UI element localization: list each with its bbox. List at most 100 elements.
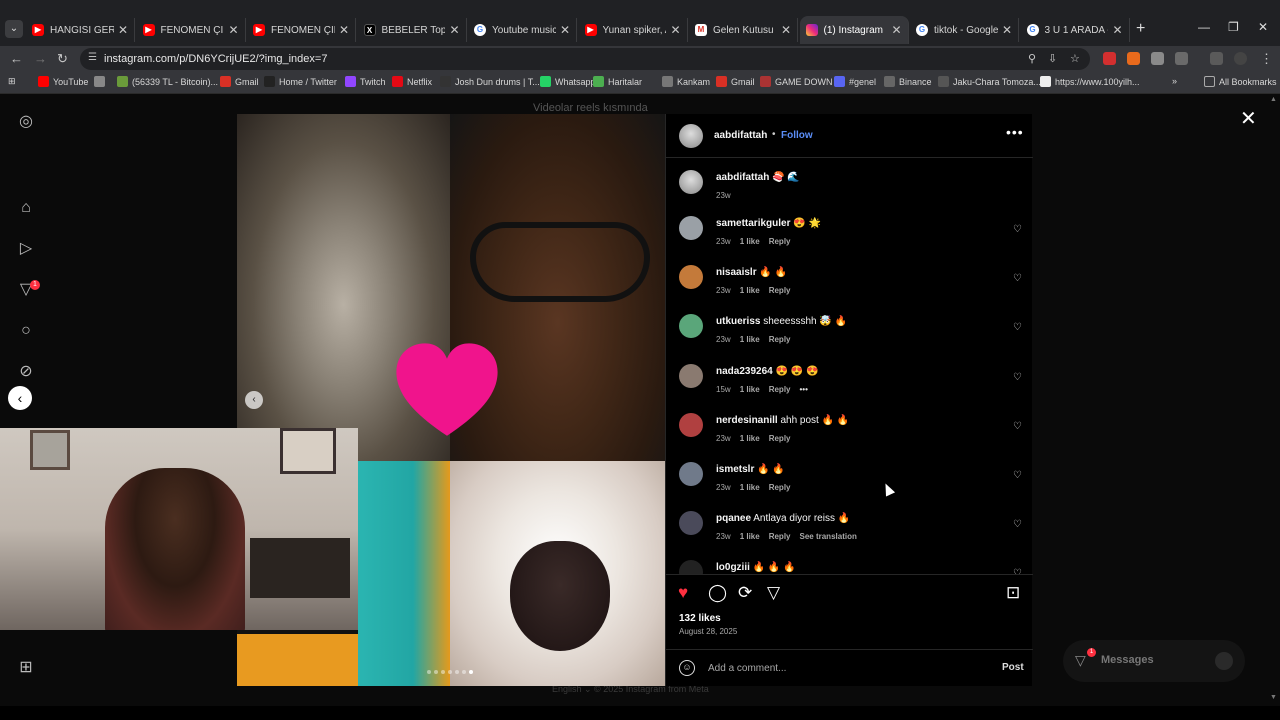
tab-close-icon[interactable]: ✕ — [228, 23, 238, 37]
bookmark-item-6[interactable]: Netflix — [392, 76, 432, 87]
reels-icon[interactable]: ▷ — [16, 239, 36, 259]
tab-close-icon[interactable]: ✕ — [1002, 23, 1012, 37]
search-icon[interactable]: ○ — [16, 321, 36, 341]
comment-options-icon[interactable]: ••• — [800, 385, 808, 394]
bookmark-item-12[interactable]: GAME DOWN — [760, 76, 833, 87]
bookmark-star-icon[interactable]: ☆ — [1070, 52, 1080, 65]
comments-list[interactable]: aabdifattah 🍣 🌊 23w samettarikguler 😍 🌟 2… — [666, 158, 1033, 574]
apps-icon[interactable]: ⊞ — [8, 76, 16, 87]
bookmark-item-5[interactable]: Twitch — [345, 76, 386, 87]
bookmark-item-13[interactable]: #genel — [834, 76, 876, 87]
tab-1[interactable]: ▶ FENOMEN ÇİFTLİ✕ — [137, 18, 246, 42]
comment-username[interactable]: nisaaislr — [716, 267, 757, 278]
install-icon[interactable]: ⇩ — [1048, 52, 1057, 65]
forward-icon[interactable]: → — [34, 51, 47, 66]
like-heart-icon[interactable]: ♥ — [678, 583, 688, 603]
reply-button[interactable]: Reply — [769, 483, 791, 492]
comment-likes[interactable]: 1 like — [740, 286, 760, 295]
url-field[interactable]: ☰ instagram.com/p/DN6YCrijUE2/?img_index… — [80, 48, 1090, 70]
emoji-icon[interactable]: ☺ — [679, 660, 695, 676]
reply-button[interactable]: Reply — [769, 286, 791, 295]
more-options-icon[interactable]: ••• — [1006, 124, 1024, 140]
tab-close-icon[interactable]: ✕ — [670, 23, 680, 37]
reload-icon[interactable]: ↻ — [57, 51, 68, 67]
tab-close-icon[interactable]: ✕ — [1112, 23, 1122, 37]
likes-count[interactable]: 132 likes — [679, 613, 721, 624]
comment-like-heart-icon[interactable]: ♡ — [1013, 372, 1022, 383]
messages-button[interactable]: ▽ 1 Messages — [1063, 640, 1245, 682]
previous-post-button[interactable]: ‹ — [8, 386, 32, 410]
site-info-icon[interactable]: ☰ — [88, 52, 97, 63]
tab-close-icon[interactable]: ✕ — [118, 23, 128, 37]
bookmark-item-10[interactable]: Kankam — [662, 76, 710, 87]
commenter-avatar[interactable] — [679, 462, 703, 486]
tab-3[interactable]: X BEBELER Topluluk✕ — [358, 18, 467, 42]
comment-username[interactable]: lo0gziii — [716, 562, 750, 573]
extension-icon[interactable] — [1127, 52, 1140, 65]
tab-close-icon[interactable]: ✕ — [449, 23, 459, 37]
zoom-icon[interactable]: ⚲ — [1028, 52, 1036, 65]
back-icon[interactable]: ← — [10, 51, 23, 66]
carousel-prev-icon[interactable]: ‹ — [245, 391, 263, 409]
extension-icon[interactable] — [1103, 52, 1116, 65]
tab-6[interactable]: M Gelen Kutusu (1.7 ✕ — [689, 18, 798, 42]
instagram-logo-icon[interactable]: ◎ — [16, 112, 36, 132]
more-menu-icon[interactable]: ⊞ — [16, 658, 36, 678]
tab-close-icon[interactable]: ✕ — [339, 23, 349, 37]
follow-button[interactable]: Follow — [781, 130, 813, 141]
commenter-avatar[interactable] — [679, 412, 703, 437]
author-username[interactable]: aabdifattah — [714, 130, 767, 141]
author-avatar[interactable] — [679, 124, 703, 148]
repost-icon[interactable]: ⟳ — [738, 583, 752, 603]
caption-username[interactable]: aabdifattah — [716, 172, 769, 183]
caption-avatar[interactable] — [679, 170, 703, 194]
commenter-avatar[interactable] — [679, 511, 703, 536]
comment-username[interactable]: ismetslr — [716, 464, 754, 475]
bookmark-item-0[interactable]: YouTube — [38, 76, 88, 87]
post-comment-button[interactable]: Post — [1002, 662, 1024, 673]
commenter-avatar[interactable] — [679, 560, 703, 574]
all-bookmarks[interactable]: All Bookmarks — [1204, 76, 1277, 87]
comment-username[interactable]: pqanee — [716, 513, 751, 524]
bookmark-item-15[interactable]: Jaku-Chara Tomoza... — [938, 76, 1041, 87]
close-post-icon[interactable]: ✕ — [1240, 106, 1257, 131]
reply-button[interactable]: Reply — [769, 532, 791, 541]
new-tab-icon[interactable]: + — [1136, 20, 1145, 38]
reply-button[interactable]: Reply — [769, 237, 791, 246]
commenter-avatar[interactable] — [679, 363, 703, 388]
comment-like-heart-icon[interactable]: ♡ — [1013, 273, 1022, 284]
scroll-up-icon[interactable]: ▲ — [1270, 96, 1277, 103]
comment-likes[interactable]: 1 like — [740, 434, 760, 443]
reply-button[interactable]: Reply — [769, 335, 791, 344]
tab-7[interactable]: (1) Instagram ✕ — [799, 16, 909, 44]
tab-search-icon[interactable]: ⌄ — [5, 20, 23, 38]
puzzle-icon[interactable] — [1175, 52, 1188, 65]
comment-input[interactable] — [708, 658, 968, 678]
reply-button[interactable]: Reply — [769, 434, 791, 443]
commenter-avatar[interactable] — [679, 314, 703, 339]
window-close-icon[interactable]: ✕ — [1258, 20, 1268, 34]
minimize-icon[interactable]: — — [1198, 20, 1210, 34]
tab-close-icon[interactable]: ✕ — [781, 23, 791, 37]
comment-like-heart-icon[interactable]: ♡ — [1013, 470, 1022, 481]
bookmark-item-3[interactable]: Gmail — [220, 76, 259, 87]
comment-icon[interactable]: ◯ — [708, 583, 727, 603]
comment-username[interactable]: samettarikguler — [716, 218, 790, 229]
more-bookmarks-icon[interactable]: » — [1172, 76, 1177, 86]
share-icon[interactable]: ▽ — [767, 583, 780, 603]
bookmark-item-2[interactable]: (56339 TL - Bitcoin)... — [117, 76, 218, 87]
tab-5[interactable]: ▶ Yunan spiker, Alp✕ — [579, 18, 688, 42]
see-translation-button[interactable]: See translation — [800, 532, 857, 541]
bookmark-item-9[interactable]: Haritalar — [593, 76, 642, 87]
comment-likes[interactable]: 1 like — [740, 532, 760, 541]
profile-avatar[interactable] — [1234, 52, 1247, 65]
comment-like-heart-icon[interactable]: ♡ — [1013, 322, 1022, 333]
comment-username[interactable]: utkueriss — [716, 316, 760, 327]
bookmark-item-16[interactable]: https://www.100yilh... — [1040, 76, 1140, 87]
comment-likes[interactable]: 1 like — [740, 385, 760, 394]
bookmark-item-7[interactable]: Josh Dun drums | T... — [440, 76, 540, 87]
comment-username[interactable]: nerdesinanill — [716, 415, 778, 426]
tab-2[interactable]: ▶ FENOMEN ÇİFTLİ ✕ — [247, 18, 356, 42]
tab-0[interactable]: ▶ HANGİSİ GERÇEK ✕ — [26, 18, 135, 42]
explore-icon[interactable]: ⊘ — [16, 362, 36, 382]
